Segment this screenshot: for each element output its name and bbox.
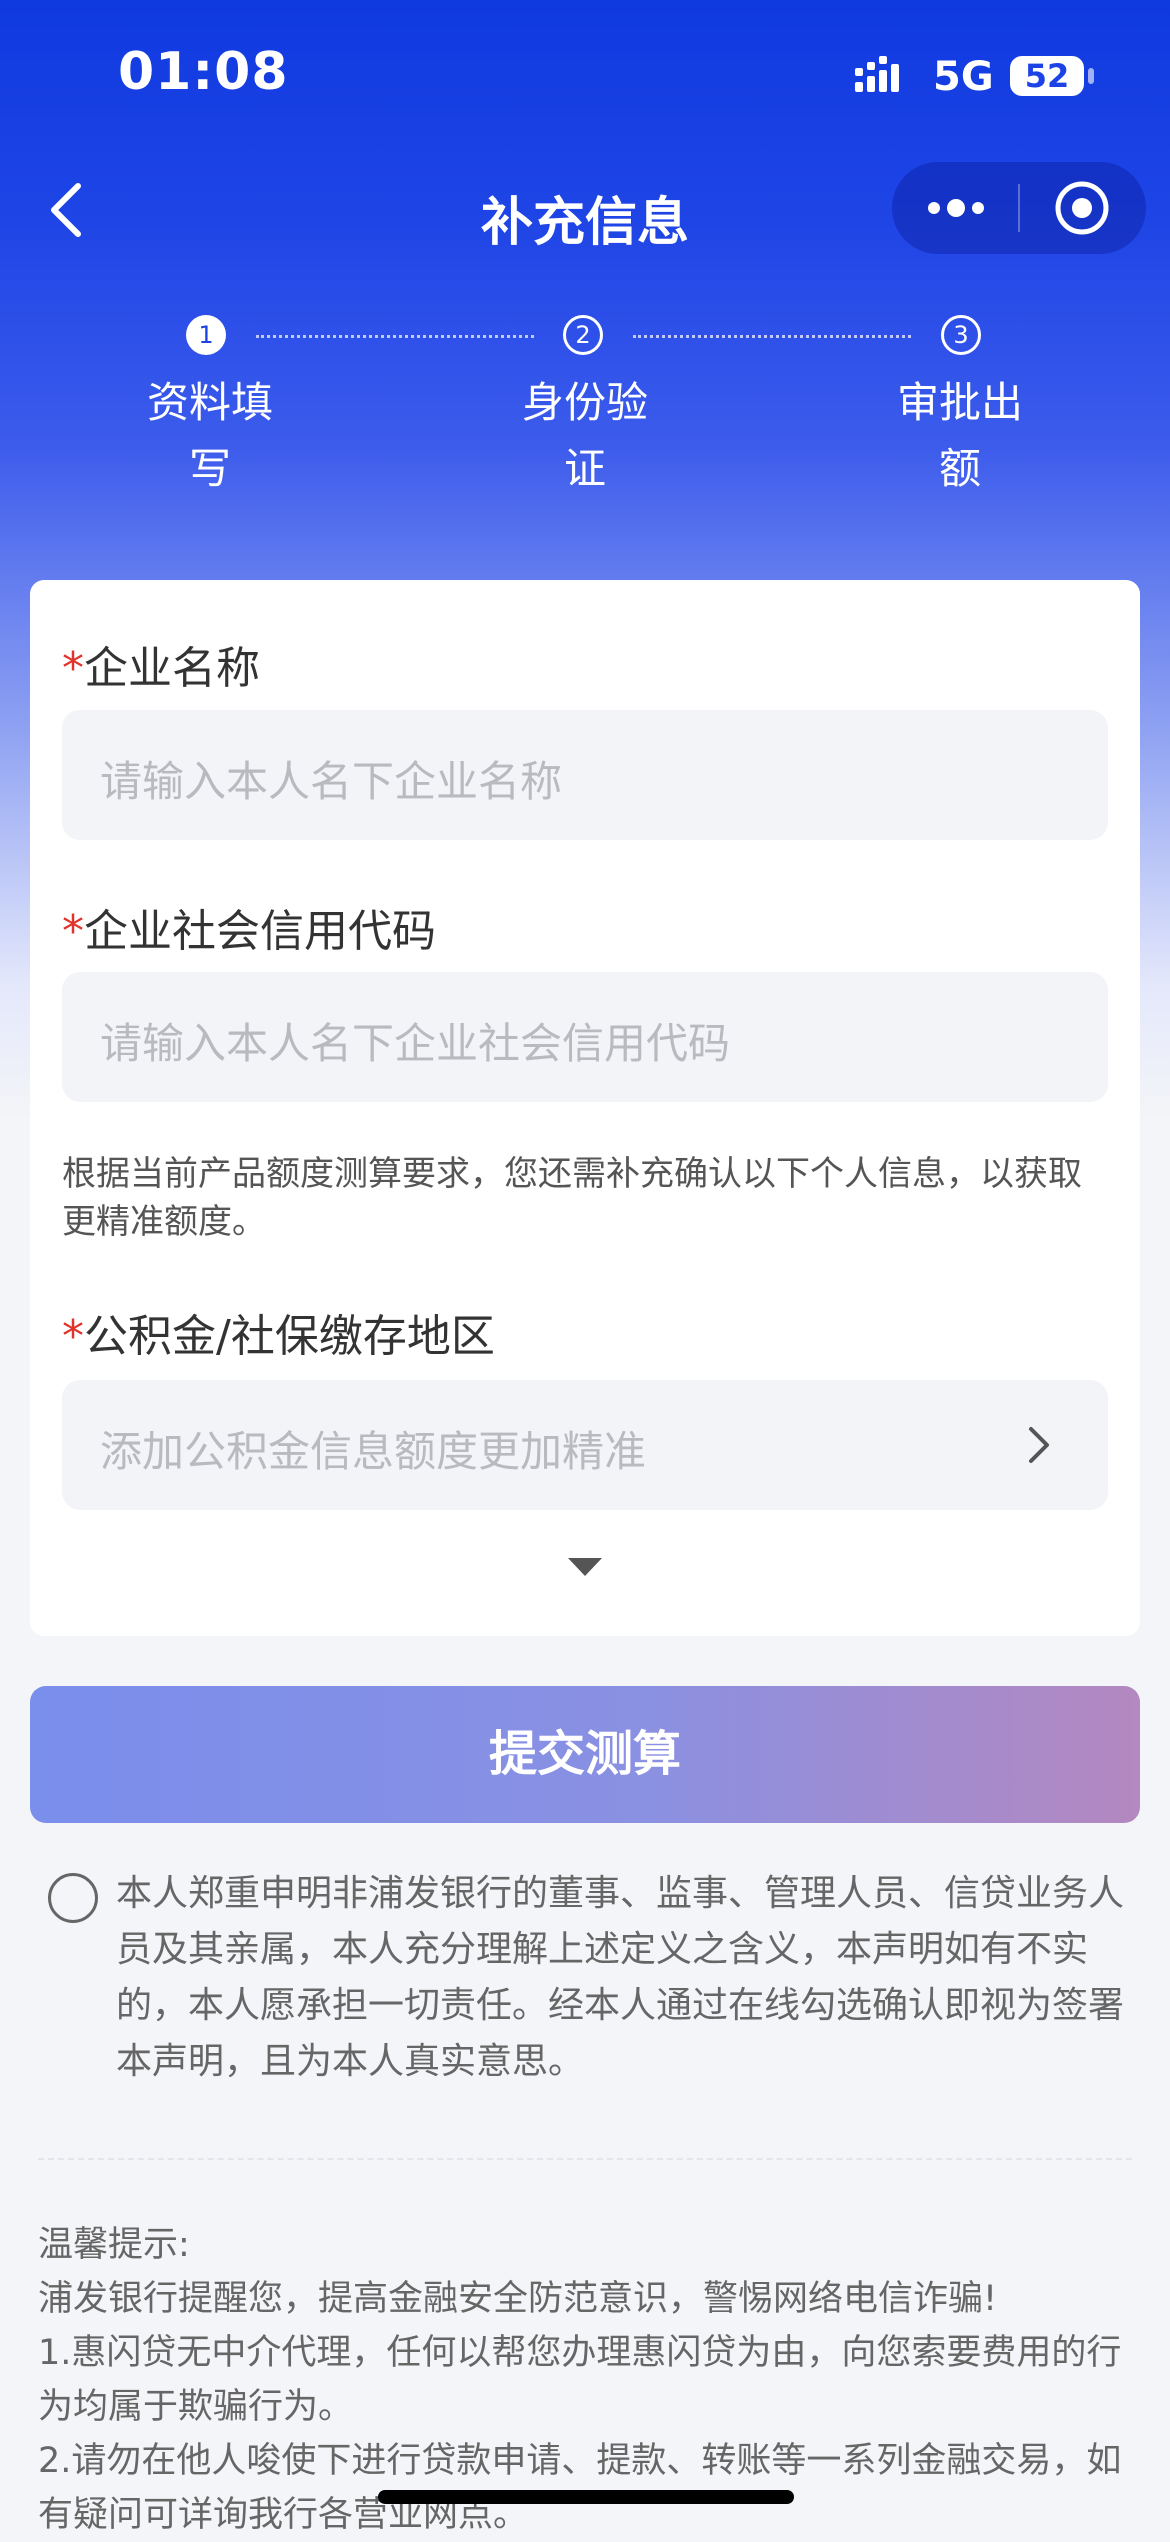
step-1-label: 资料填 写 [146, 378, 273, 493]
chevron-right-icon [1029, 1427, 1049, 1463]
tips-line: 2.请勿在他人唆使下进行贷款申请、提款、转账等一系列金融交易，如有疑问可详询我行… [38, 2441, 1122, 2535]
status-time: 01:08 [118, 42, 289, 102]
required-mark: * [62, 643, 84, 694]
home-indicator [378, 2490, 794, 2504]
submit-button[interactable]: 提交测算 [30, 1686, 1140, 1823]
battery-tip [1088, 68, 1094, 84]
required-mark: * [62, 1311, 84, 1362]
step-3-label: 审批出 额 [896, 378, 1023, 493]
battery-icon: 52 [1010, 56, 1084, 96]
step-2-label: 身份验 证 [521, 378, 648, 493]
form-card: *企业名称 请输入本人名下企业名称 *企业社会信用代码 请输入本人名下企业社会信… [30, 580, 1140, 1636]
credit-code-label: *企业社会信用代码 [62, 906, 436, 957]
tips-title: 温馨提示: [38, 2225, 190, 2265]
region-placeholder: 添加公积金信息额度更加精准 [100, 1427, 647, 1476]
more-icon[interactable] [926, 190, 986, 226]
agreement-text: 本人郑重申明非浦发银行的董事、监事、管理人员、信贷业务人员及其亲属，本人充分理解… [116, 1873, 1125, 2082]
status-bar: 01:08 5G 52 [0, 0, 1170, 150]
region-select[interactable]: 添加公积金信息额度更加精准 [62, 1380, 1108, 1510]
nav-bar: 补充信息 [0, 150, 1170, 270]
region-label: *公积金/社保缴存地区 [62, 1311, 495, 1362]
signal-icon [855, 56, 899, 92]
company-name-placeholder: 请输入本人名下企业名称 [100, 757, 563, 806]
credit-code-input[interactable]: 请输入本人名下企业社会信用代码 [62, 972, 1108, 1102]
credit-code-placeholder: 请输入本人名下企业社会信用代码 [100, 1019, 731, 1068]
step-connector [633, 335, 911, 338]
close-mini-program-icon[interactable] [1054, 180, 1110, 236]
company-name-label: *企业名称 [62, 643, 260, 694]
tips-line: 浦发银行提醒您，提高金融安全防范意识，警惕网络电信诈骗! [38, 2279, 998, 2319]
agreement-checkbox[interactable] [48, 1873, 98, 1923]
mini-program-capsule [892, 162, 1146, 254]
form-note: 根据当前产品额度测算要求，您还需补充确认以下个人信息，以获取更精准额度。 [62, 1154, 1082, 1242]
capsule-divider [1018, 184, 1020, 232]
required-mark: * [62, 906, 84, 957]
expand-arrow-icon[interactable] [568, 1558, 602, 1576]
step-2-number: 2 [563, 315, 603, 355]
step-connector [256, 335, 534, 338]
tips-line: 1.惠闪贷无中介代理，任何以帮您办理惠闪贷为由，向您索要费用的行为均属于欺骗行为… [38, 2333, 1122, 2427]
step-1-number: 1 [186, 315, 226, 355]
company-name-input[interactable]: 请输入本人名下企业名称 [62, 710, 1108, 840]
progress-steps: 1 2 3 资料填 写 身份验 证 审批出 额 [0, 305, 1170, 505]
section-divider [38, 2158, 1132, 2160]
step-3-number: 3 [941, 315, 981, 355]
network-type: 5G [933, 54, 994, 100]
